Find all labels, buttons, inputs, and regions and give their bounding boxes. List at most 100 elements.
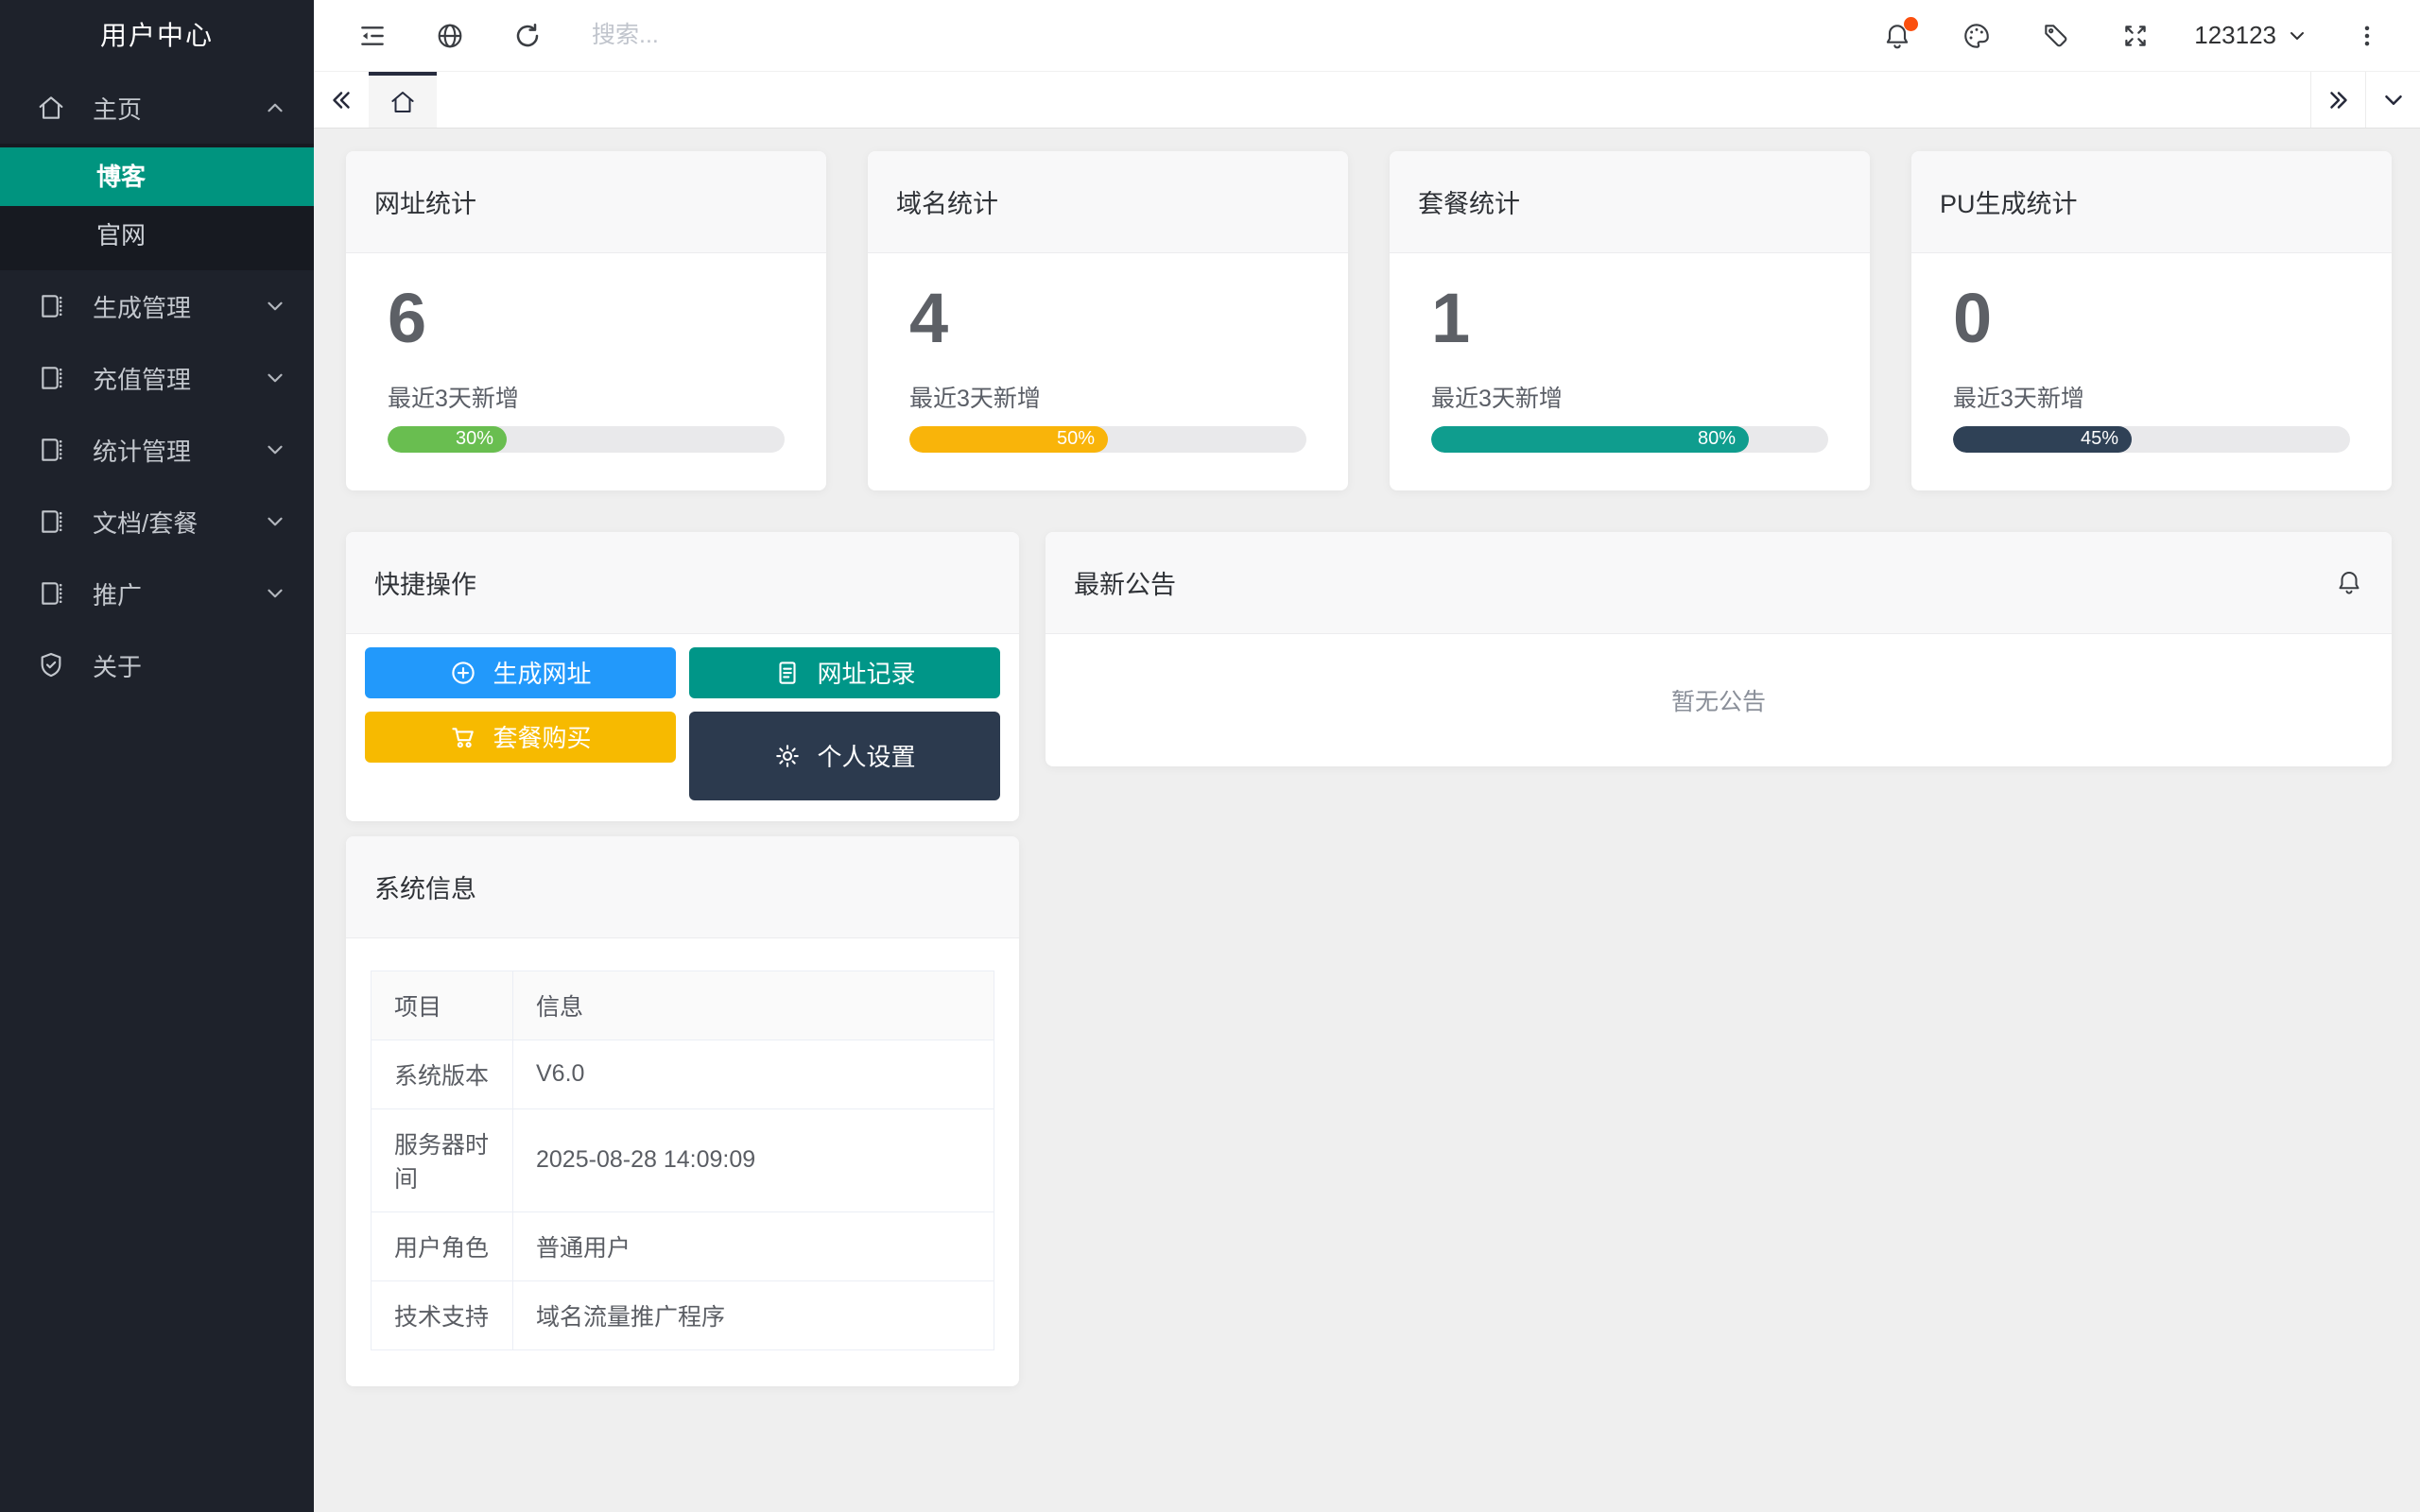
system-info-table: 项目 信息 系统版本 V6.0 服务器时间 2025-08-28 14:09:0… <box>371 970 994 1350</box>
url-records-button[interactable]: 网址记录 <box>689 646 1000 698</box>
stat-recent-label: 最近3天新增 <box>1431 385 1563 412</box>
progress-bar: 30% <box>388 425 785 453</box>
progress-percent: 45% <box>2080 428 2118 450</box>
stat-card-title: 网址统计 <box>346 151 826 253</box>
stat-card-package: 套餐统计 1 最近3天新增 80% <box>1390 151 1870 490</box>
progress-bar: 80% <box>1431 425 1828 453</box>
tabbar-spacer <box>437 72 2310 128</box>
fullscreen-icon[interactable] <box>2115 15 2156 57</box>
progress-percent: 80% <box>1697 428 1736 450</box>
sidebar-item-blog[interactable]: 博客 <box>0 147 314 206</box>
stat-recent-label: 最近3天新增 <box>1953 385 2084 412</box>
sidebar-item-recharge-management[interactable]: 充值管理 <box>0 342 314 414</box>
column-header: 项目 <box>371 970 513 1040</box>
personal-settings-button[interactable]: 个人设置 <box>689 711 1000 800</box>
progress-bar: 45% <box>1953 425 2350 453</box>
user-menu[interactable]: 123123 <box>2194 21 2308 50</box>
topbar: 123123 <box>314 0 2420 72</box>
stat-card-url: 网址统计 6 最近3天新增 30% <box>346 151 826 490</box>
tabbar <box>314 72 2420 129</box>
sidebar-item-generate-management[interactable]: 生成管理 <box>0 270 314 342</box>
sidebar-item-official-site[interactable]: 官网 <box>0 206 314 265</box>
app-title: 用户中心 <box>99 21 214 50</box>
stat-card-body: 0 最近3天新增 45% <box>1911 253 2392 490</box>
notifications-bell-icon[interactable] <box>1876 15 1919 57</box>
more-options-kebab-icon[interactable] <box>2346 15 2388 57</box>
tag-icon[interactable] <box>2035 15 2077 57</box>
sidebar-item-label: 推广 <box>93 580 143 610</box>
row-label: 技术支持 <box>371 1280 513 1350</box>
progress-percent: 30% <box>455 428 493 450</box>
row-value: 域名流量推广程序 <box>512 1280 994 1350</box>
chevron-down-icon <box>2290 31 2304 40</box>
stat-recent-label: 最近3天新增 <box>909 385 1041 412</box>
sidebar-item-label: 主页 <box>93 94 143 124</box>
buy-package-button[interactable]: 套餐购买 <box>365 711 676 763</box>
topbar-right: 123123 <box>1876 15 2388 57</box>
row-label: 用户角色 <box>371 1211 513 1281</box>
stat-card-pu-generate: PU生成统计 0 最近3天新增 45% <box>1911 151 2392 490</box>
tabs-scroll-left-icon[interactable] <box>314 72 369 128</box>
document-icon <box>779 662 797 684</box>
tabs-menu-chevron-icon[interactable] <box>2365 72 2420 128</box>
row-value: 2025-08-28 14:09:09 <box>512 1108 994 1212</box>
collapse-sidebar-icon[interactable] <box>352 15 393 57</box>
row-quick-and-announcement: 快捷操作 生成网址 网址记录 套餐购买 个人设置 最新公告 暂无公告 <box>346 531 2392 821</box>
sidebar-item-statistics-management[interactable]: 统计管理 <box>0 414 314 486</box>
chevron-down-icon <box>263 581 287 606</box>
gear-icon <box>776 744 800 767</box>
search-input[interactable] <box>592 22 1877 49</box>
chevron-down-icon <box>263 438 287 462</box>
notebook-icon <box>36 507 66 537</box>
refresh-icon[interactable] <box>507 15 548 57</box>
stat-card-title: PU生成统计 <box>1911 151 2392 253</box>
notification-badge <box>1904 16 1919 31</box>
chevron-down-icon <box>263 509 287 534</box>
stat-recent-label: 最近3天新增 <box>388 385 519 412</box>
progress-fill: 30% <box>388 425 507 453</box>
system-info-card: 系统信息 项目 信息 系统版本 V6.0 服务器时间 2025-08-28 14… <box>346 835 1019 1386</box>
progress-fill: 45% <box>1953 425 2132 453</box>
notebook-icon <box>36 435 66 465</box>
table-row: 服务器时间 2025-08-28 14:09:09 <box>371 1108 994 1212</box>
sidebar-item-label: 统计管理 <box>93 437 192 466</box>
home-icon <box>36 93 66 123</box>
sidebar-item-about[interactable]: 关于 <box>0 629 314 701</box>
stat-card-body: 1 最近3天新增 80% <box>1390 253 1870 490</box>
stat-card-title: 套餐统计 <box>1390 151 1870 253</box>
progress-fill: 80% <box>1431 425 1749 453</box>
tabs-scroll-right-icon[interactable] <box>2310 72 2365 128</box>
tab-home[interactable] <box>369 72 437 128</box>
generate-url-button[interactable]: 生成网址 <box>365 646 676 698</box>
sidebar-item-label: 官网 <box>96 221 147 249</box>
stat-card-body: 4 最近3天新增 50% <box>868 253 1348 490</box>
column-header: 信息 <box>512 970 994 1040</box>
stats-row: 网址统计 6 最近3天新增 30% 域名统计 4 最近3天新增 50% 套餐统计… <box>346 151 2392 490</box>
row-label: 服务器时间 <box>371 1108 513 1212</box>
main-column: 123123 <box>314 0 2420 1512</box>
sidebar-item-docs-packages[interactable]: 文档/套餐 <box>0 486 314 558</box>
quick-actions-body: 生成网址 网址记录 套餐购买 个人设置 <box>346 634 1019 821</box>
stat-card-title: 域名统计 <box>868 151 1348 253</box>
shield-check-icon <box>36 650 66 680</box>
language-globe-icon[interactable] <box>429 15 471 57</box>
sidebar-item-promotion[interactable]: 推广 <box>0 558 314 629</box>
circle-plus-icon <box>452 662 475 684</box>
username: 123123 <box>2194 21 2276 49</box>
notebook-icon <box>36 578 66 609</box>
row-value: V6.0 <box>512 1039 994 1109</box>
row-system-info: 系统信息 项目 信息 系统版本 V6.0 服务器时间 2025-08-28 14… <box>346 835 2392 1386</box>
notebook-icon <box>36 363 66 393</box>
table-row: 技术支持 域名流量推广程序 <box>371 1280 994 1350</box>
stat-card-domain: 域名统计 4 最近3天新增 50% <box>868 151 1348 490</box>
table-header-row: 项目 信息 <box>371 970 994 1040</box>
progress-fill: 50% <box>909 425 1108 453</box>
stat-value: 0 <box>1953 279 1993 357</box>
sidebar-item-home[interactable]: 主页 <box>0 72 314 144</box>
theme-palette-icon[interactable] <box>1956 15 1997 57</box>
announcements-card: 最新公告 暂无公告 <box>1046 531 2392 766</box>
progress-percent: 50% <box>1056 428 1095 450</box>
cart-icon <box>452 727 475 747</box>
notebook-icon <box>36 291 66 321</box>
announcements-empty-text: 暂无公告 <box>1670 688 1766 715</box>
